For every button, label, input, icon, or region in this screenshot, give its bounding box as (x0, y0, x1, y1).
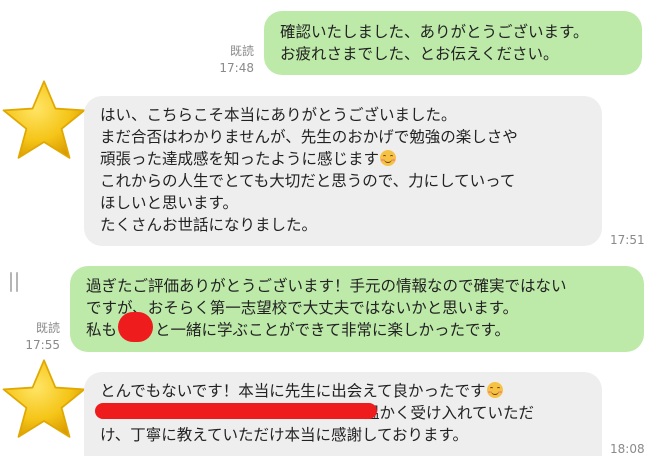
message-text: 過ぎたご評価ありがとうございます！手元の情報なので確実ではない (86, 277, 567, 295)
message-meta: 既読 17:48 (200, 43, 254, 77)
message-text: ですが、おそらく第一志望校で大丈夫ではないかと思います。 (86, 299, 519, 317)
message-timestamp: 17:48 (219, 61, 254, 75)
received-message-bubble[interactable]: はい、こちらこそ本当にありがとうございました。 まだ合否はわかりませんが、先生の… (84, 96, 602, 246)
message-timestamp: 17:55 (25, 338, 60, 352)
read-receipt: 既読 (35, 321, 60, 335)
chat-view: 既読 17:48 確認いたしました、ありがとうございます。 お疲れさまでした、と… (0, 0, 651, 456)
message-text: これからの人生でとても大切だと思うので、力にしていって ほしいと思います。 たく… (100, 172, 516, 234)
redaction-mark (95, 403, 377, 419)
star-icon[interactable] (0, 355, 88, 443)
read-receipt: 既読 (229, 44, 254, 58)
drag-handle[interactable] (10, 272, 19, 292)
smiling-face-emoji (486, 382, 503, 398)
message-text: とんでもないです！本当に先生に出会えて良かったです (100, 380, 590, 402)
smiling-face-emoji (380, 150, 397, 166)
sent-message-bubble[interactable]: 確認いたしました、ありがとうございます。 お疲れさまでした、とお伝えください。 (264, 11, 642, 75)
message-timestamp: 17:51 (610, 233, 645, 247)
message-text: はい、こちらこそ本当にありがとうございました。 まだ合否はわかりませんが、先生の… (100, 106, 518, 168)
message-meta: 既読 17:55 (4, 320, 60, 354)
message-text: け、丁寧に教えていただけ本当に感謝しております。 (100, 426, 468, 444)
message-timestamp: 18:08 (610, 442, 645, 456)
star-icon[interactable] (0, 76, 88, 164)
message-text: 私も と一緒に学ぶことができて非常に楽しかったです。 (86, 321, 510, 339)
redaction-mark (118, 312, 153, 342)
sent-message-bubble[interactable]: 過ぎたご評価ありがとうございます！手元の情報なので確実ではない ですが、おそらく… (70, 266, 644, 352)
